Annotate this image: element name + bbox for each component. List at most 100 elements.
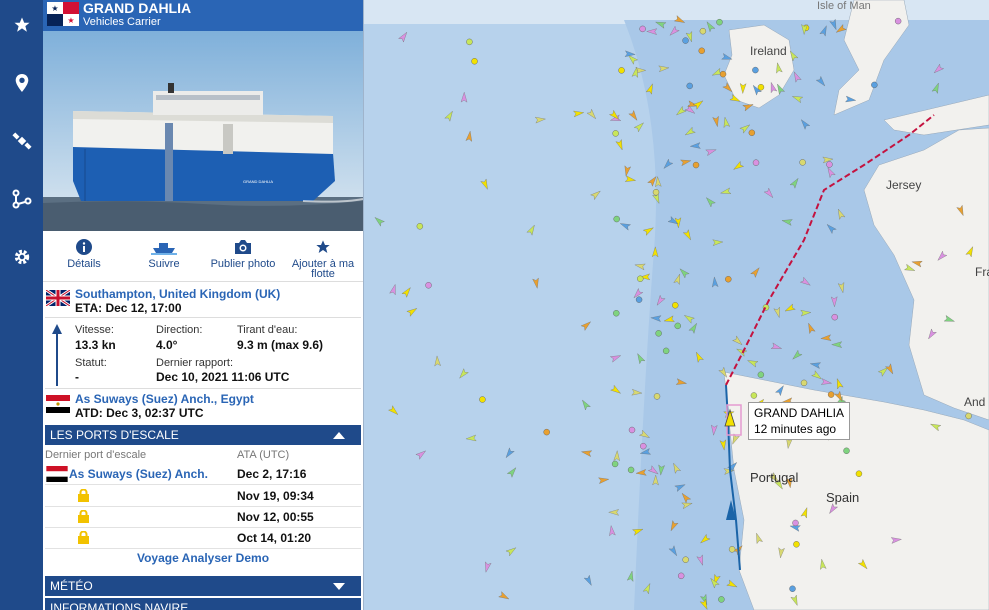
satellite-icon[interactable] — [0, 121, 43, 161]
tooltip-time: 12 minutes ago — [754, 422, 837, 436]
tooltip-vessel-name: GRAND DAHLIA — [754, 406, 845, 420]
port-marker[interactable] — [728, 546, 736, 553]
port-ata: Dec 2, 17:16 — [237, 467, 307, 481]
port-marker[interactable] — [792, 519, 799, 527]
port-marker[interactable] — [748, 129, 756, 136]
port-marker[interactable] — [716, 18, 723, 26]
port-marker[interactable] — [672, 302, 679, 309]
vessel-panel: ★ ★ GRAND DAHLIA Vehicles Carrier GRAND … — [43, 0, 364, 610]
port-marker[interactable] — [699, 27, 707, 35]
table-row[interactable]: Nov 19, 09:34 — [45, 485, 361, 507]
port-marker[interactable] — [831, 313, 838, 321]
divider — [45, 317, 361, 318]
port-marker[interactable] — [653, 393, 661, 400]
port-marker[interactable] — [871, 81, 878, 89]
port-marker[interactable] — [698, 47, 705, 54]
port-marker[interactable] — [855, 470, 863, 477]
map-label-spain: Spain — [826, 490, 860, 505]
port-marker[interactable] — [793, 541, 800, 548]
svg-text:★: ★ — [67, 16, 74, 25]
port-marker[interactable] — [628, 426, 636, 434]
map-view[interactable]: Isle of Man Ireland Jersey Fra And Portu… — [364, 0, 989, 610]
port-marker[interactable] — [827, 391, 835, 398]
sidebar-rail — [0, 0, 43, 610]
port-marker[interactable] — [611, 460, 619, 468]
port-marker[interactable] — [652, 189, 660, 196]
ports-section-header[interactable]: LES PORTS D'ESCALE — [45, 425, 361, 445]
port-marker[interactable] — [655, 330, 662, 337]
port-marker[interactable] — [682, 37, 689, 44]
publish-photo-button[interactable]: Publier photo — [204, 237, 282, 270]
port-marker[interactable] — [965, 412, 972, 420]
last-report-value: Dec 10, 2021 11:06 UTC — [156, 370, 290, 384]
port-marker[interactable] — [692, 161, 700, 169]
table-row[interactable]: Nov 12, 00:55 — [45, 506, 361, 528]
port-marker[interactable] — [843, 447, 850, 455]
port-marker[interactable] — [686, 82, 693, 90]
port-marker[interactable] — [613, 310, 620, 317]
vessel-header: ★ ★ GRAND DAHLIA Vehicles Carrier — [43, 0, 363, 31]
port-marker[interactable] — [635, 296, 643, 303]
port-marker[interactable] — [639, 25, 646, 33]
vessel-info-section-header[interactable]: INFORMATIONS NAVIRE — [45, 598, 361, 610]
port-marker[interactable] — [677, 572, 685, 580]
port-marker[interactable] — [718, 596, 725, 603]
publish-photo-label: Publier photo — [210, 258, 276, 270]
port-marker[interactable] — [752, 159, 760, 166]
vessel-photo[interactable]: GRAND DAHLIA — [43, 31, 363, 231]
port-marker[interactable] — [613, 215, 620, 223]
port-marker[interactable] — [894, 17, 902, 25]
port-marker[interactable] — [682, 556, 689, 563]
port-marker[interactable] — [543, 428, 550, 436]
port-ata: Nov 19, 09:34 — [237, 489, 314, 503]
destination-port-link[interactable]: Southampton, United Kingdom (UK) — [75, 287, 280, 301]
speed-label: Vitesse: — [75, 324, 114, 336]
egypt-flag-icon — [46, 466, 68, 482]
divider — [45, 388, 361, 389]
route-icon[interactable] — [0, 179, 43, 219]
panama-flag-icon: ★ ★ — [47, 2, 79, 26]
star-icon[interactable] — [0, 5, 43, 45]
details-button[interactable]: Détails — [45, 237, 123, 270]
port-marker[interactable] — [637, 275, 644, 282]
table-row[interactable]: As Suways (Suez) Anch. Dec 2, 17:16 — [45, 463, 361, 485]
port-marker[interactable] — [416, 223, 424, 230]
ports-section-title: LES PORTS D'ESCALE — [50, 428, 179, 442]
add-fleet-button[interactable]: Ajouter à ma flotte — [283, 237, 363, 280]
port-marker[interactable] — [425, 282, 432, 289]
port-marker[interactable] — [757, 84, 765, 91]
port-marker[interactable] — [752, 66, 759, 74]
voyage-analyser-link[interactable]: Voyage Analyser Demo — [43, 551, 363, 565]
port-marker[interactable] — [719, 70, 727, 78]
port-marker[interactable] — [750, 392, 758, 399]
map-canvas[interactable] — [364, 0, 989, 610]
port-marker[interactable] — [640, 442, 647, 450]
follow-button[interactable]: Suivre — [125, 237, 203, 270]
port-marker[interactable] — [627, 466, 635, 474]
weather-section-header[interactable]: MÉTÉO — [45, 576, 361, 596]
port-marker[interactable] — [471, 58, 478, 65]
egypt-flag-icon — [46, 395, 70, 413]
port-marker[interactable] — [800, 379, 808, 387]
port-marker[interactable] — [799, 159, 806, 166]
port-marker[interactable] — [612, 130, 619, 137]
uk-flag-icon — [46, 290, 70, 306]
info-icon — [76, 239, 92, 255]
port-marker[interactable] — [757, 371, 765, 378]
draught-label: Tirant d'eau: — [237, 324, 298, 336]
port-marker[interactable] — [826, 161, 833, 168]
port-marker[interactable] — [725, 276, 732, 283]
table-row[interactable]: Oct 14, 01:20 — [45, 527, 361, 549]
port-name[interactable]: As Suways (Suez) Anch. — [69, 467, 208, 481]
port-marker[interactable] — [789, 585, 796, 592]
port-marker[interactable] — [662, 347, 670, 355]
port-marker[interactable] — [618, 67, 625, 74]
map-pin-icon[interactable] — [0, 63, 43, 103]
port-marker[interactable] — [466, 38, 473, 46]
port-marker[interactable] — [674, 322, 681, 330]
gear-icon[interactable] — [0, 237, 43, 277]
departure-port-link[interactable]: As Suways (Suez) Anch., Egypt — [75, 392, 254, 406]
chevron-up-icon — [333, 432, 345, 439]
eta-text: ETA: Dec 12, 17:00 — [75, 301, 182, 315]
port-marker[interactable] — [479, 396, 486, 403]
